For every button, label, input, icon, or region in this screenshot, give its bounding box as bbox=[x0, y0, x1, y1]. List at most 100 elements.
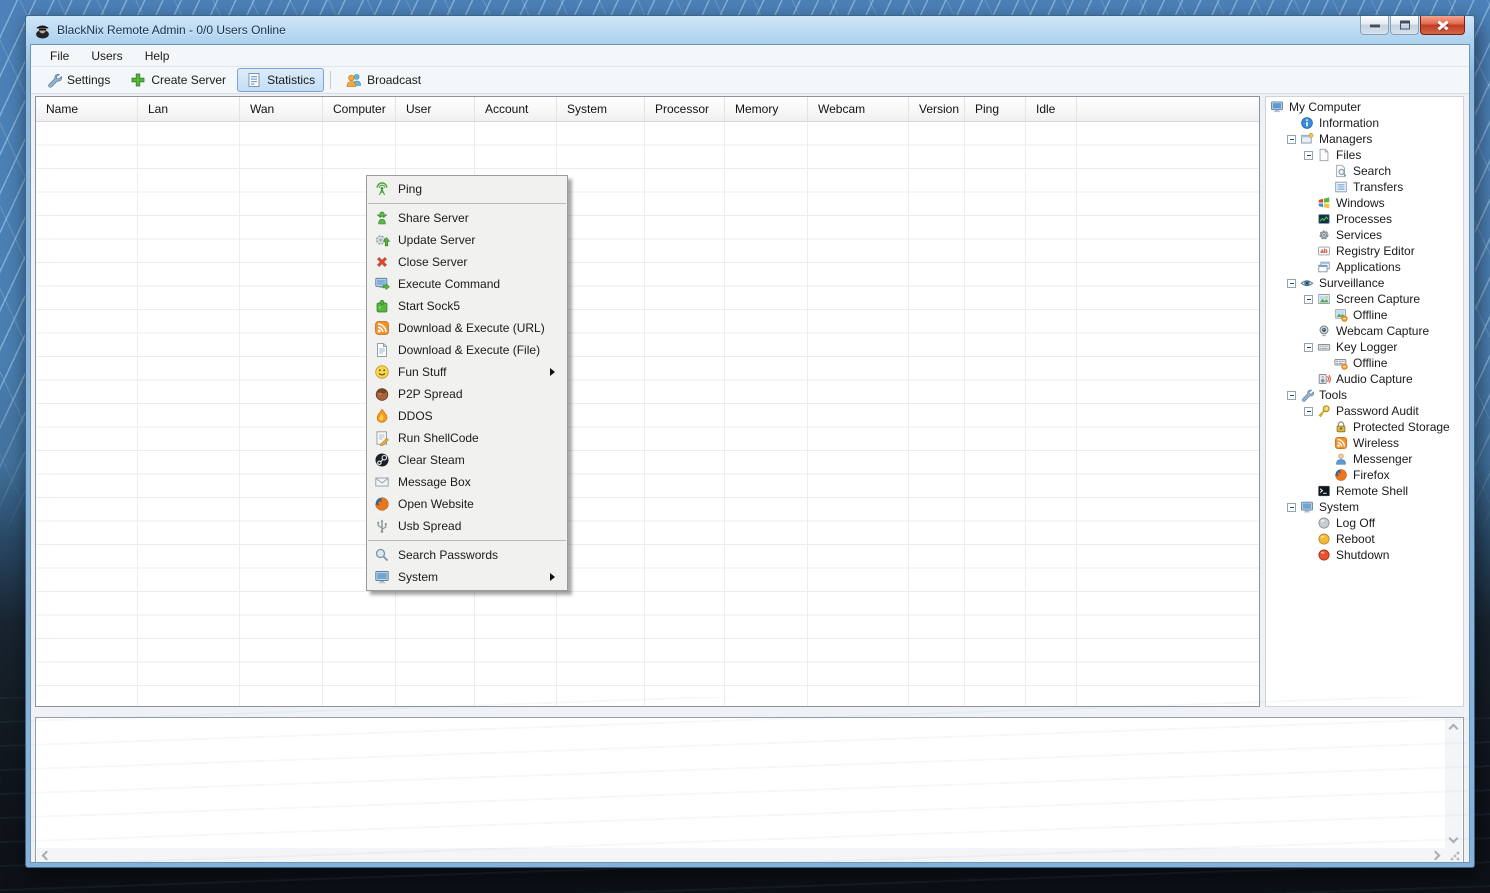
context-menu-item-open-website[interactable]: Open Website bbox=[367, 493, 567, 515]
column-header-user[interactable]: User bbox=[396, 97, 475, 121]
log-horizontal-scrollbar[interactable] bbox=[37, 848, 1445, 863]
tree-item-firefox[interactable]: Firefox bbox=[1266, 467, 1463, 483]
scroll-down-icon[interactable] bbox=[1449, 834, 1459, 844]
tree-item-offline[interactable]: Offline bbox=[1266, 355, 1463, 371]
tree-item-managers[interactable]: Managers bbox=[1266, 131, 1463, 147]
context-menu-item-run-shellcode[interactable]: Run ShellCode bbox=[367, 427, 567, 449]
tree-item-processes[interactable]: Processes bbox=[1266, 211, 1463, 227]
context-menu-item-system[interactable]: System bbox=[367, 566, 567, 588]
tree-expander-minus-icon[interactable] bbox=[1304, 151, 1313, 160]
tree-expander-minus-icon[interactable] bbox=[1287, 503, 1296, 512]
tree-item-password-audit[interactable]: Password Audit bbox=[1266, 403, 1463, 419]
tree-expander-minus-icon[interactable] bbox=[1287, 135, 1296, 144]
tree-expander-minus-icon[interactable] bbox=[1304, 343, 1313, 352]
tree-item-windows[interactable]: Windows bbox=[1266, 195, 1463, 211]
tree-item-label: Files bbox=[1336, 148, 1361, 162]
context-menu-item-start-sock5[interactable]: Start Sock5 bbox=[367, 295, 567, 317]
webcam-icon bbox=[1317, 324, 1331, 338]
context-menu-item-usb-spread[interactable]: Usb Spread bbox=[367, 515, 567, 537]
keyboard-offline-icon bbox=[1334, 356, 1348, 370]
minimize-button[interactable] bbox=[1360, 16, 1389, 35]
toolbar-button-statistics[interactable]: Statistics bbox=[237, 68, 324, 92]
tree-item-offline[interactable]: Offline bbox=[1266, 307, 1463, 323]
context-menu-item-execute-command[interactable]: Execute Command bbox=[367, 273, 567, 295]
menubar-item-file[interactable]: File bbox=[39, 47, 80, 65]
column-header-wan[interactable]: Wan bbox=[240, 97, 323, 121]
maximize-button[interactable] bbox=[1390, 16, 1419, 35]
column-header-computer[interactable]: Computer bbox=[323, 97, 396, 121]
tree-item-reboot[interactable]: Reboot bbox=[1266, 531, 1463, 547]
tree-item-services[interactable]: Services bbox=[1266, 227, 1463, 243]
column-header-system[interactable]: System bbox=[557, 97, 645, 121]
column-header-account[interactable]: Account bbox=[475, 97, 557, 121]
toolbar-button-settings[interactable]: Settings bbox=[37, 68, 119, 92]
update-gear-icon bbox=[374, 232, 390, 248]
titlebar[interactable]: BlackNix Remote Admin - 0/0 Users Online bbox=[26, 16, 1474, 44]
context-menu-item-close-server[interactable]: Close Server bbox=[367, 251, 567, 273]
tree-item-transfers[interactable]: Transfers bbox=[1266, 179, 1463, 195]
column-header-name[interactable]: Name bbox=[36, 97, 138, 121]
tree-item-my-computer[interactable]: My Computer bbox=[1266, 99, 1463, 115]
tree-item-shutdown[interactable]: Shutdown bbox=[1266, 547, 1463, 563]
context-menu-item-clear-steam[interactable]: Clear Steam bbox=[367, 449, 567, 471]
tree-item-webcam-capture[interactable]: Webcam Capture bbox=[1266, 323, 1463, 339]
svg-text:ab: ab bbox=[1320, 248, 1327, 255]
toolbar-button-broadcast[interactable]: Broadcast bbox=[337, 68, 430, 92]
menubar-item-users[interactable]: Users bbox=[80, 47, 133, 65]
listview-body[interactable] bbox=[36, 122, 1259, 706]
tree-expander-minus-icon[interactable] bbox=[1287, 391, 1296, 400]
tree-item-screen-capture[interactable]: Screen Capture bbox=[1266, 291, 1463, 307]
context-menu-item-p2p-spread[interactable]: P2P Spread bbox=[367, 383, 567, 405]
tree-item-surveillance[interactable]: Surveillance bbox=[1266, 275, 1463, 291]
scroll-left-icon[interactable] bbox=[42, 851, 52, 861]
context-menu-item-fun-stuff[interactable]: Fun Stuff bbox=[367, 361, 567, 383]
tree-item-wireless[interactable]: Wireless bbox=[1266, 435, 1463, 451]
column-header-memory[interactable]: Memory bbox=[725, 97, 808, 121]
scroll-right-icon[interactable] bbox=[1431, 851, 1441, 861]
connections-listview[interactable]: NameLanWanComputerUserAccountSystemProce… bbox=[35, 96, 1260, 707]
log-textarea[interactable] bbox=[37, 719, 1445, 848]
column-header-idle[interactable]: Idle bbox=[1026, 97, 1077, 121]
column-header-processor[interactable]: Processor bbox=[645, 97, 725, 121]
context-menu-item-share-server[interactable]: Share Server bbox=[367, 207, 567, 229]
tree-item-audio-capture[interactable]: Audio Capture bbox=[1266, 371, 1463, 387]
toolbar-button-create-server[interactable]: Create Server bbox=[121, 68, 235, 92]
column-header-ping[interactable]: Ping bbox=[965, 97, 1026, 121]
tree-expander-minus-icon[interactable] bbox=[1287, 279, 1296, 288]
tree-item-messenger[interactable]: Messenger bbox=[1266, 451, 1463, 467]
my-computer-icon bbox=[1270, 100, 1284, 114]
context-menu-item-ddos[interactable]: DDOS bbox=[367, 405, 567, 427]
tree-item-files[interactable]: Files bbox=[1266, 147, 1463, 163]
context-menu-item-download-execute-url[interactable]: Download & Execute (URL) bbox=[367, 317, 567, 339]
tree-item-tools[interactable]: Tools bbox=[1266, 387, 1463, 403]
tree-item-registry-editor[interactable]: abRegistry Editor bbox=[1266, 243, 1463, 259]
tree-item-protected-storage[interactable]: Protected Storage bbox=[1266, 419, 1463, 435]
tree-item-key-logger[interactable]: Key Logger bbox=[1266, 339, 1463, 355]
context-menu-item-message-box[interactable]: Message Box bbox=[367, 471, 567, 493]
close-button[interactable] bbox=[1420, 16, 1465, 35]
tree-item-remote-shell[interactable]: Remote Shell bbox=[1266, 483, 1463, 499]
tree-expander-minus-icon[interactable] bbox=[1304, 407, 1313, 416]
grid-column-line bbox=[644, 122, 645, 706]
tree-item-log-off[interactable]: Log Off bbox=[1266, 515, 1463, 531]
tree-item-label: Services bbox=[1336, 228, 1382, 242]
log-vertical-scrollbar[interactable] bbox=[1445, 719, 1462, 848]
tree-item-search[interactable]: Search bbox=[1266, 163, 1463, 179]
context-menu-item-search-passwords[interactable]: Search Passwords bbox=[367, 544, 567, 566]
column-header-version[interactable]: Version bbox=[909, 97, 965, 121]
tree-expander-minus-icon[interactable] bbox=[1304, 295, 1313, 304]
scroll-up-icon[interactable] bbox=[1449, 724, 1459, 734]
menubar-item-help[interactable]: Help bbox=[134, 47, 181, 65]
column-header-webcam[interactable]: Webcam bbox=[808, 97, 909, 121]
context-menu-item-label: Open Website bbox=[398, 497, 561, 511]
tree-item-system[interactable]: System bbox=[1266, 499, 1463, 515]
steam-icon bbox=[374, 452, 390, 468]
context-menu-item-download-execute-file[interactable]: Download & Execute (File) bbox=[367, 339, 567, 361]
resize-grip-icon[interactable] bbox=[1450, 851, 1460, 861]
tree-item-information[interactable]: Information bbox=[1266, 115, 1463, 131]
context-menu-item-ping[interactable]: Ping bbox=[367, 178, 567, 200]
column-header-lan[interactable]: Lan bbox=[138, 97, 240, 121]
tree-item-applications[interactable]: Applications bbox=[1266, 259, 1463, 275]
tree-item-label: Information bbox=[1319, 116, 1379, 130]
context-menu-item-update-server[interactable]: Update Server bbox=[367, 229, 567, 251]
